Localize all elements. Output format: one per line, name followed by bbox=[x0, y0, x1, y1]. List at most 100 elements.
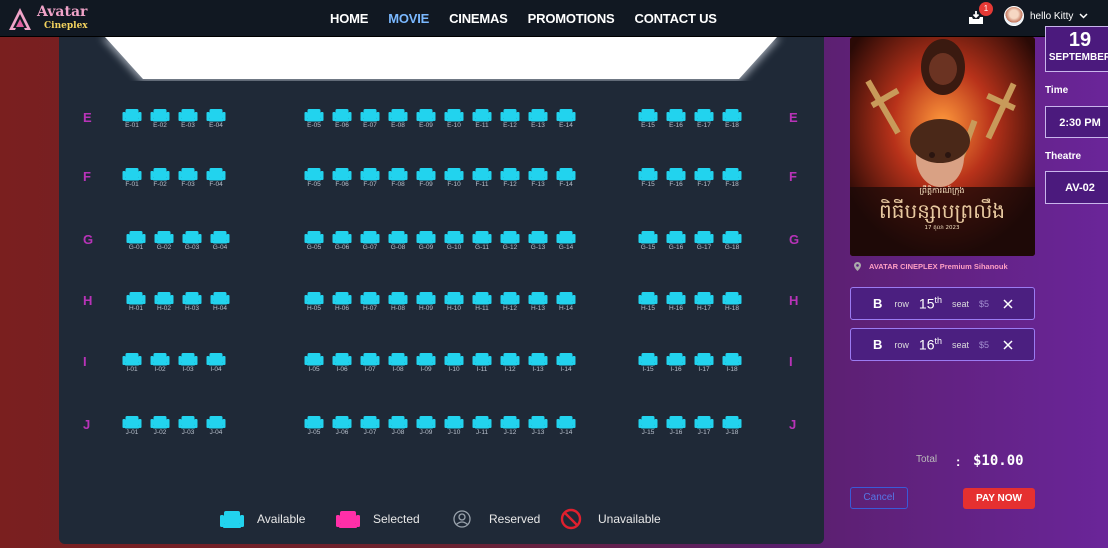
seat-g-05[interactable]: G-05 bbox=[303, 230, 325, 252]
seat-i-10[interactable]: I-10 bbox=[443, 352, 465, 374]
seat-g-04[interactable]: G-04 bbox=[209, 230, 231, 252]
seat-i-06[interactable]: I-06 bbox=[331, 352, 353, 374]
seat-g-06[interactable]: G-06 bbox=[331, 230, 353, 252]
seat-e-06[interactable]: E-06 bbox=[331, 108, 353, 130]
seat-i-03[interactable]: I-03 bbox=[177, 352, 199, 374]
remove-ticket-button[interactable] bbox=[1003, 337, 1013, 353]
seat-g-16[interactable]: G-16 bbox=[665, 230, 687, 252]
seat-f-06[interactable]: F-06 bbox=[331, 167, 353, 189]
seat-e-07[interactable]: E-07 bbox=[359, 108, 381, 130]
seat-h-13[interactable]: H-13 bbox=[527, 291, 549, 313]
seat-i-08[interactable]: I-08 bbox=[387, 352, 409, 374]
time-selector[interactable]: 2:30 PM bbox=[1045, 106, 1108, 138]
seat-g-09[interactable]: G-09 bbox=[415, 230, 437, 252]
seat-e-12[interactable]: E-12 bbox=[499, 108, 521, 130]
seat-f-18[interactable]: F-18 bbox=[721, 167, 743, 189]
seat-f-16[interactable]: F-16 bbox=[665, 167, 687, 189]
brand-logo[interactable]: Avatar Cineplex bbox=[6, 3, 96, 35]
seat-j-04[interactable]: J-04 bbox=[205, 415, 227, 437]
theatre-selector[interactable]: AV-02 bbox=[1045, 171, 1108, 204]
seat-h-01[interactable]: H-01 bbox=[125, 291, 147, 313]
seat-i-17[interactable]: I-17 bbox=[693, 352, 715, 374]
seat-h-10[interactable]: H-10 bbox=[443, 291, 465, 313]
seat-f-04[interactable]: F-04 bbox=[205, 167, 227, 189]
seat-i-12[interactable]: I-12 bbox=[499, 352, 521, 374]
pay-now-button[interactable]: PAY NOW bbox=[963, 488, 1035, 509]
seat-j-17[interactable]: J-17 bbox=[693, 415, 715, 437]
seat-g-08[interactable]: G-08 bbox=[387, 230, 409, 252]
seat-e-16[interactable]: E-16 bbox=[665, 108, 687, 130]
seat-h-14[interactable]: H-14 bbox=[555, 291, 577, 313]
seat-e-08[interactable]: E-08 bbox=[387, 108, 409, 130]
notifications-button[interactable]: 1 bbox=[968, 2, 993, 28]
seat-g-01[interactable]: G-01 bbox=[125, 230, 147, 252]
seat-f-17[interactable]: F-17 bbox=[693, 167, 715, 189]
nav-home[interactable]: HOME bbox=[330, 11, 368, 26]
seat-h-17[interactable]: H-17 bbox=[693, 291, 715, 313]
seat-g-17[interactable]: G-17 bbox=[693, 230, 715, 252]
seat-j-15[interactable]: J-15 bbox=[637, 415, 659, 437]
seat-e-13[interactable]: E-13 bbox=[527, 108, 549, 130]
seat-f-08[interactable]: F-08 bbox=[387, 167, 409, 189]
cancel-button[interactable]: Cancel bbox=[850, 487, 908, 509]
seat-h-12[interactable]: H-12 bbox=[499, 291, 521, 313]
seat-h-08[interactable]: H-08 bbox=[387, 291, 409, 313]
seat-i-18[interactable]: I-18 bbox=[721, 352, 743, 374]
user-menu[interactable]: hello Kitty bbox=[1004, 6, 1088, 26]
seat-f-03[interactable]: F-03 bbox=[177, 167, 199, 189]
seat-e-01[interactable]: E-01 bbox=[121, 108, 143, 130]
seat-j-12[interactable]: J-12 bbox=[499, 415, 521, 437]
seat-i-07[interactable]: I-07 bbox=[359, 352, 381, 374]
seat-h-18[interactable]: H-18 bbox=[721, 291, 743, 313]
seat-i-02[interactable]: I-02 bbox=[149, 352, 171, 374]
seat-j-11[interactable]: J-11 bbox=[471, 415, 493, 437]
seat-f-13[interactable]: F-13 bbox=[527, 167, 549, 189]
seat-j-08[interactable]: J-08 bbox=[387, 415, 409, 437]
seat-h-02[interactable]: H-02 bbox=[153, 291, 175, 313]
seat-g-14[interactable]: G-14 bbox=[555, 230, 577, 252]
seat-j-06[interactable]: J-06 bbox=[331, 415, 353, 437]
seat-f-12[interactable]: F-12 bbox=[499, 167, 521, 189]
seat-j-05[interactable]: J-05 bbox=[303, 415, 325, 437]
seat-i-11[interactable]: I-11 bbox=[471, 352, 493, 374]
seat-i-13[interactable]: I-13 bbox=[527, 352, 549, 374]
seat-e-04[interactable]: E-04 bbox=[205, 108, 227, 130]
seat-i-09[interactable]: I-09 bbox=[415, 352, 437, 374]
seat-f-09[interactable]: F-09 bbox=[415, 167, 437, 189]
seat-f-01[interactable]: F-01 bbox=[121, 167, 143, 189]
seat-h-03[interactable]: H-03 bbox=[181, 291, 203, 313]
seat-i-15[interactable]: I-15 bbox=[637, 352, 659, 374]
seat-i-04[interactable]: I-04 bbox=[205, 352, 227, 374]
seat-j-07[interactable]: J-07 bbox=[359, 415, 381, 437]
seat-e-11[interactable]: E-11 bbox=[471, 108, 493, 130]
seat-f-10[interactable]: F-10 bbox=[443, 167, 465, 189]
nav-promotions[interactable]: PROMOTIONS bbox=[528, 11, 615, 26]
nav-cinemas[interactable]: CINEMAS bbox=[449, 11, 508, 26]
nav-contact-us[interactable]: CONTACT US bbox=[635, 11, 717, 26]
seat-f-02[interactable]: F-02 bbox=[149, 167, 171, 189]
seat-g-11[interactable]: G-11 bbox=[471, 230, 493, 252]
seat-e-15[interactable]: E-15 bbox=[637, 108, 659, 130]
seat-e-14[interactable]: E-14 bbox=[555, 108, 577, 130]
date-selector[interactable]: 19 SEPTEMBER bbox=[1045, 26, 1108, 72]
seat-e-18[interactable]: E-18 bbox=[721, 108, 743, 130]
seat-g-07[interactable]: G-07 bbox=[359, 230, 381, 252]
seat-j-18[interactable]: J-18 bbox=[721, 415, 743, 437]
seat-f-11[interactable]: F-11 bbox=[471, 167, 493, 189]
seat-e-05[interactable]: E-05 bbox=[303, 108, 325, 130]
seat-g-12[interactable]: G-12 bbox=[499, 230, 521, 252]
seat-h-04[interactable]: H-04 bbox=[209, 291, 231, 313]
seat-g-15[interactable]: G-15 bbox=[637, 230, 659, 252]
seat-f-14[interactable]: F-14 bbox=[555, 167, 577, 189]
seat-f-07[interactable]: F-07 bbox=[359, 167, 381, 189]
nav-movie[interactable]: MOVIE bbox=[388, 11, 429, 26]
seat-i-01[interactable]: I-01 bbox=[121, 352, 143, 374]
seat-g-18[interactable]: G-18 bbox=[721, 230, 743, 252]
seat-g-02[interactable]: G-02 bbox=[153, 230, 175, 252]
seat-h-06[interactable]: H-06 bbox=[331, 291, 353, 313]
seat-i-05[interactable]: I-05 bbox=[303, 352, 325, 374]
seat-j-13[interactable]: J-13 bbox=[527, 415, 549, 437]
seat-j-14[interactable]: J-14 bbox=[555, 415, 577, 437]
seat-j-10[interactable]: J-10 bbox=[443, 415, 465, 437]
seat-h-11[interactable]: H-11 bbox=[471, 291, 493, 313]
